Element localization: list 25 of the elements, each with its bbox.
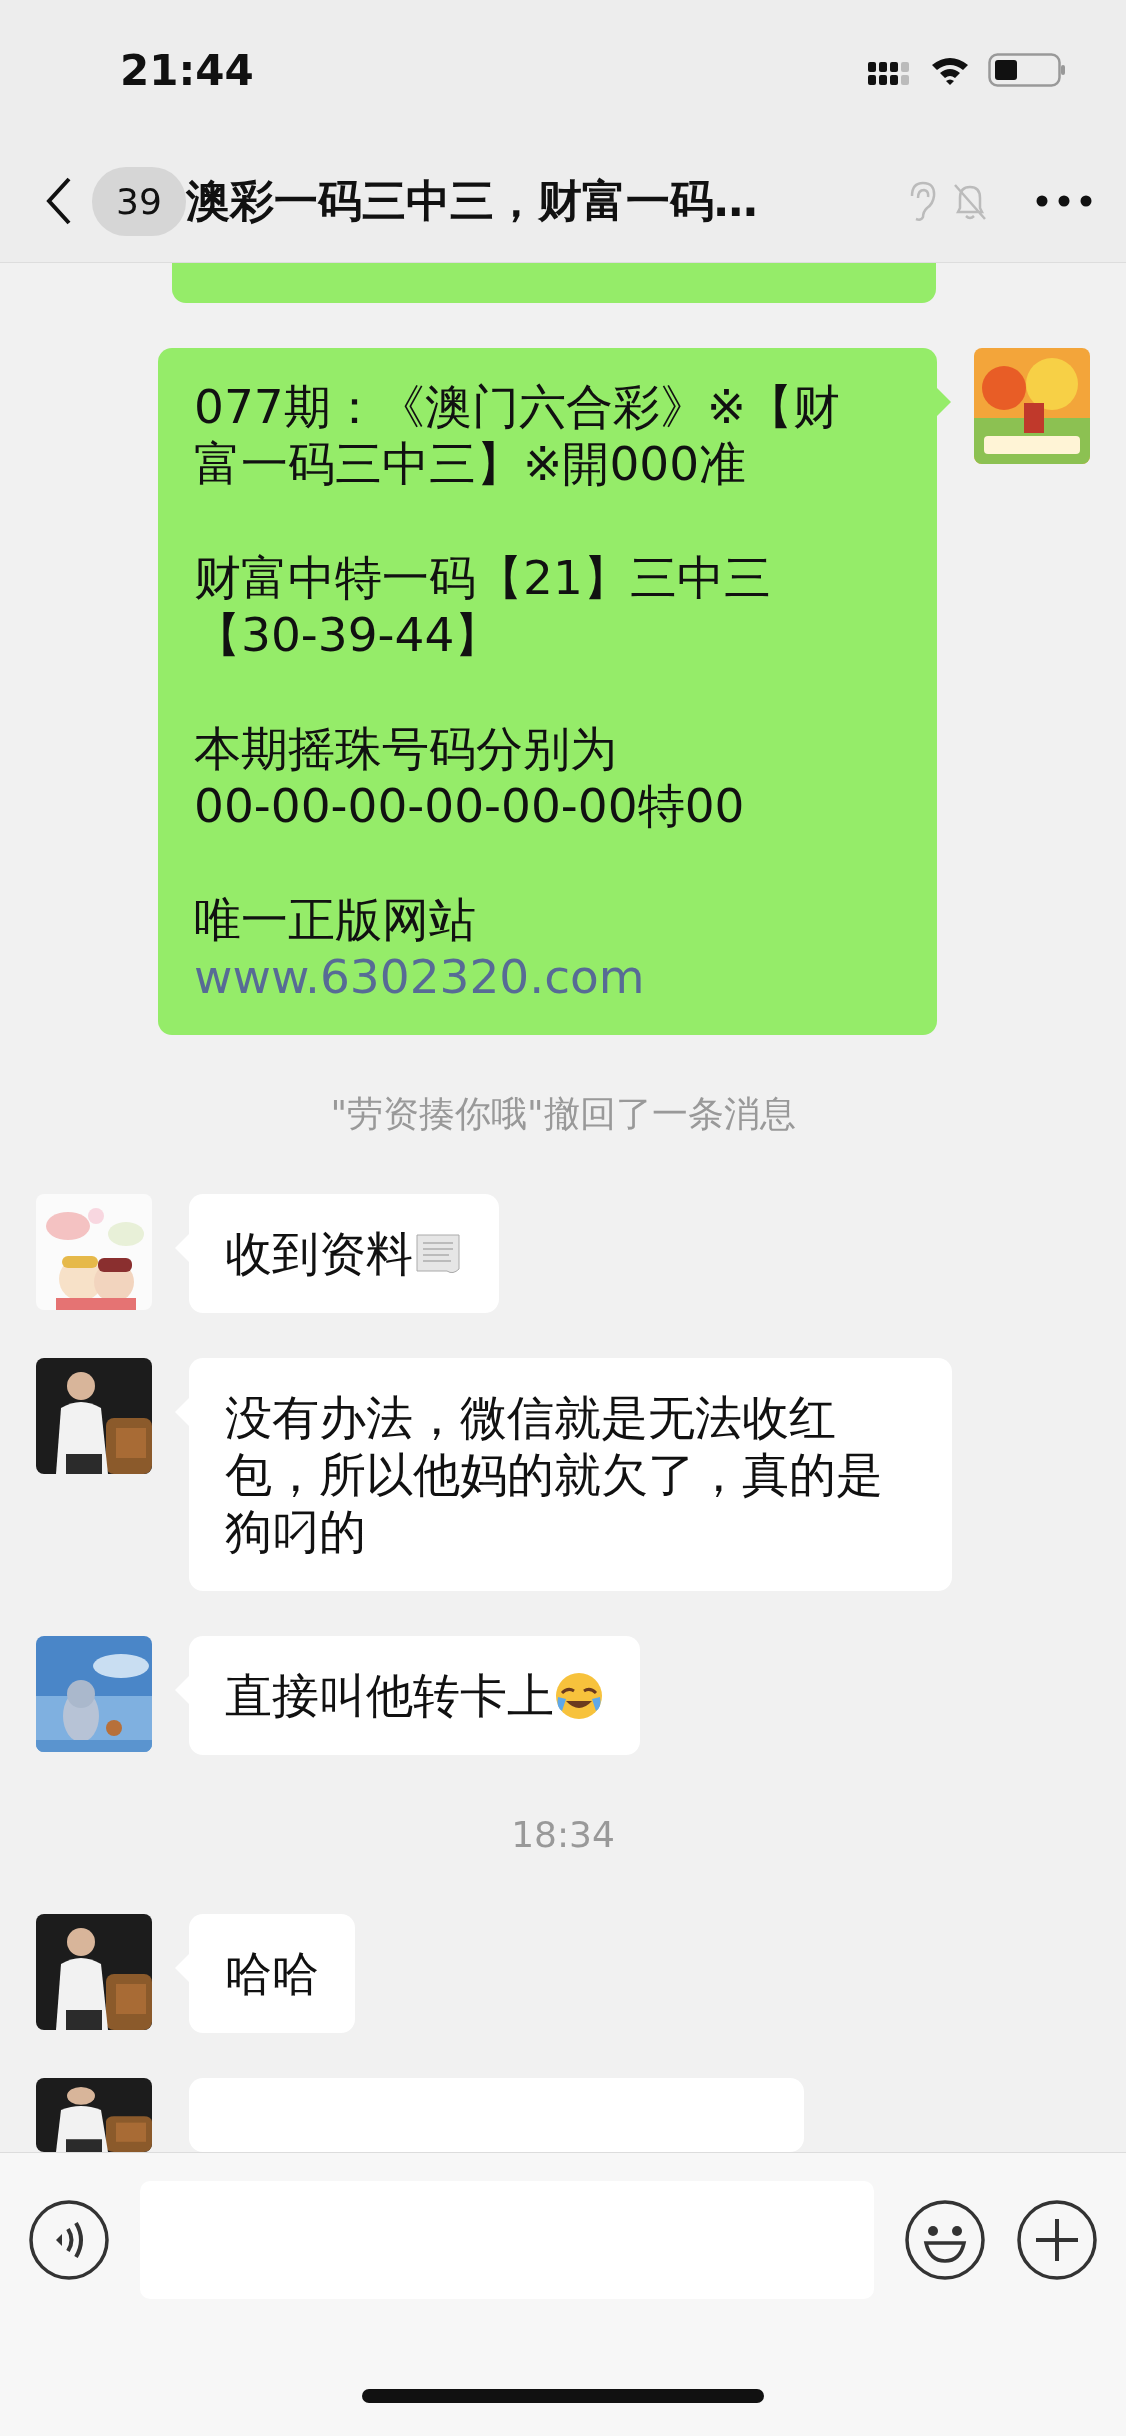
message-text: 收到资料 — [225, 1225, 413, 1282]
link[interactable]: www.6302320.com — [194, 948, 907, 1005]
status-time: 21:44 — [120, 45, 254, 95]
chat-title: 澳彩一码三中三，财富一码… — [185, 173, 759, 228]
add-icon[interactable] — [1016, 2199, 1098, 2281]
message-text: 唯一正版网站 — [194, 891, 477, 948]
message-text: 【30-39-44】 — [194, 606, 503, 663]
timestamp: 18:34 — [511, 1814, 615, 1855]
message-text: 没有办法，微信就是无法收红包，所以他妈的就欠了，真的是狗叼的 — [225, 1389, 884, 1560]
message-text: 财富中特一码【21】三中三 — [194, 549, 772, 606]
back-icon[interactable] — [46, 177, 72, 225]
message-text: 富一码三中三】※開000准 — [194, 435, 748, 492]
message-text: 00-00-00-00-00-00特00 — [194, 777, 746, 834]
unread-count: 39 — [92, 166, 186, 236]
message-text: 本期摇珠号码分别为 — [194, 720, 618, 777]
system-notice: "劳资揍你哦"撤回了一条消息 — [330, 1092, 796, 1136]
voice-icon[interactable] — [28, 2199, 110, 2281]
battery-icon — [988, 53, 1066, 87]
message-text: 直接叫他转卡上 — [225, 1667, 554, 1724]
crying-laughing-icon — [554, 1670, 604, 1721]
wifi-icon — [930, 55, 970, 85]
message-text: 哈哈 — [225, 1945, 319, 2002]
message-text: 077期：《澳门六合彩》※【财 — [194, 378, 842, 435]
more-icon[interactable] — [1036, 195, 1092, 207]
emoji-icon[interactable] — [904, 2199, 986, 2281]
